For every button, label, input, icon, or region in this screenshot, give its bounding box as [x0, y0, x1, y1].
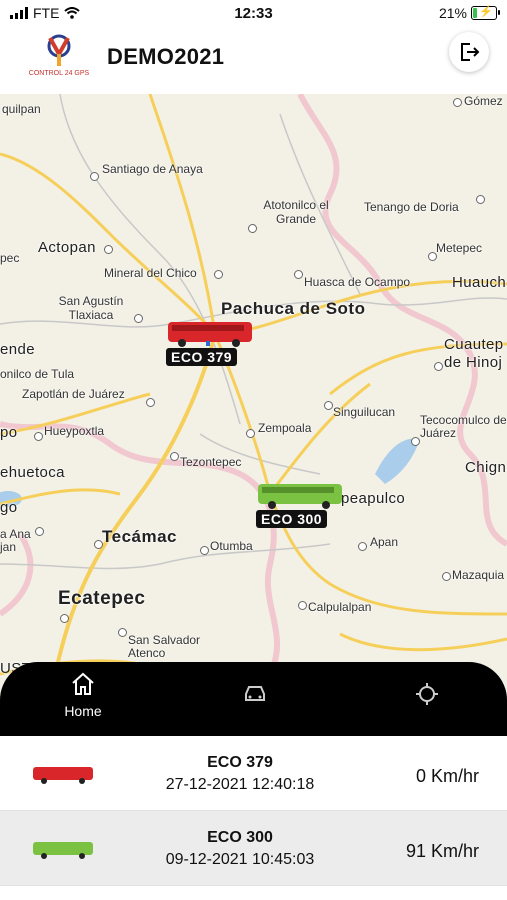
page-title: DEMO2021 — [107, 44, 225, 69]
place-label: Cuautep de Hinoj — [444, 336, 504, 371]
place-dot — [118, 628, 127, 637]
place-dot — [434, 362, 443, 371]
place-dot — [358, 542, 367, 551]
vehicle-name: ECO 379 — [207, 754, 273, 771]
nav-vehicles[interactable] — [240, 684, 270, 709]
place-dot — [246, 429, 255, 438]
place-label: Apan — [370, 535, 399, 549]
place-dot — [146, 398, 155, 407]
car-icon — [245, 686, 265, 701]
vehicle-row[interactable]: ECO 300 09-12-2021 10:45:03 91 Km/hr — [0, 811, 507, 886]
place-dot — [104, 245, 113, 254]
vehicle-speed: 91 Km/hr — [405, 841, 479, 861]
place-label: Gómez — [464, 94, 503, 108]
place-label: San Agustín Tlaxiaca — [58, 294, 124, 322]
place-label: Chign — [465, 459, 507, 476]
place-dot — [248, 224, 257, 233]
place-dot — [453, 98, 462, 107]
place-label: go — [0, 499, 18, 516]
place-label: Tenango de Doria — [364, 200, 459, 214]
place-label: Metepec — [436, 241, 483, 255]
place-label: Zapotlán de Juárez — [22, 387, 125, 401]
place-label: onilco de Tula — [0, 367, 75, 381]
place-dot — [90, 172, 99, 181]
place-label: Huauch — [452, 274, 507, 291]
vehicle-marker-label: ECO 379 — [166, 348, 238, 366]
place-dot — [34, 432, 43, 441]
place-label: Tecocomulco de Juárez — [420, 413, 507, 440]
clock: 12:33 — [234, 5, 273, 22]
place-dot — [214, 270, 223, 279]
vehicle-marker-label: ECO 300 — [256, 510, 328, 528]
nav-home-label: Home — [64, 703, 102, 719]
nav-home[interactable]: Home — [58, 672, 108, 719]
app-header: CONTROL 24 GPS DEMO2021 — [0, 28, 507, 94]
home-icon — [72, 672, 94, 695]
crosshair-icon — [416, 683, 438, 705]
place-label: jan — [0, 540, 17, 554]
bus-icon — [168, 322, 252, 347]
nav-locate[interactable] — [412, 682, 442, 711]
place-dot — [428, 252, 437, 261]
place-label: peapulco — [341, 490, 406, 507]
place-label: Calpulalpan — [308, 600, 372, 614]
place-label: Ecatepec — [58, 588, 146, 609]
bottom-nav: Home — [0, 662, 507, 736]
logout-icon — [461, 43, 480, 61]
status-bar: FTE 12:33 21% ⚡ — [0, 0, 507, 28]
vehicle-marker-eco379[interactable]: ECO 379 — [166, 320, 254, 366]
vehicle-speed: 0 Km/hr — [415, 766, 479, 786]
place-dot — [411, 437, 420, 446]
logo-text: CONTROL 24 GPS — [28, 70, 90, 77]
place-label: ehuetoca — [0, 464, 65, 481]
place-label: a Ana — [0, 527, 31, 541]
place-label: pec — [0, 251, 20, 265]
vehicle-row[interactable]: ECO 379 27-12-2021 12:40:18 0 Km/hr — [0, 736, 507, 811]
vehicle-marker-eco300[interactable]: ECO 300 — [256, 482, 344, 528]
vehicle-list: ECO 379 27-12-2021 12:40:18 0 Km/hr ECO … — [0, 736, 507, 886]
place-dot — [324, 401, 333, 410]
place-dot — [298, 601, 307, 610]
place-label: Singuilucan — [333, 405, 396, 419]
place-dot — [294, 270, 303, 279]
place-label: Tecámac — [102, 527, 178, 546]
place-dot — [442, 572, 451, 581]
place-dot — [60, 614, 69, 623]
place-label: Mazaquia — [452, 568, 505, 582]
place-dot — [134, 314, 143, 323]
place-label: ende — [0, 341, 35, 358]
place-label: Actopan — [38, 239, 96, 256]
place-label: po — [0, 424, 18, 441]
place-label: Pachuca de Soto — [221, 299, 366, 318]
place-label: Santiago de Anaya — [102, 162, 203, 176]
place-dot — [200, 546, 209, 555]
place-label: quilpan — [2, 102, 41, 116]
battery-percent: 21% — [438, 5, 467, 21]
place-label: Atotonilco el Grande — [263, 198, 329, 226]
place-label: Hueypoxtla — [44, 424, 105, 438]
place-label: San Salvador Atenco — [128, 633, 201, 660]
place-dot — [476, 195, 485, 204]
app-logo: CONTROL 24 GPS — [24, 32, 94, 90]
logout-button[interactable] — [449, 32, 489, 72]
place-dot — [170, 452, 179, 461]
place-dot — [35, 527, 44, 536]
place-label: Mineral del Chico — [104, 266, 197, 280]
map-view[interactable]: Gómez quilpan Santiago de Anaya Atotonil… — [0, 94, 507, 734]
bus-icon — [258, 484, 342, 509]
place-label: Huasca de Ocampo — [304, 275, 411, 289]
battery-icon: ⚡ — [471, 6, 500, 20]
place-label: Otumba — [210, 539, 253, 553]
place-label: Tezontepec — [180, 455, 242, 469]
place-label: Zempoala — [258, 421, 312, 435]
vehicle-datetime: 27-12-2021 12:40:18 — [165, 776, 315, 793]
